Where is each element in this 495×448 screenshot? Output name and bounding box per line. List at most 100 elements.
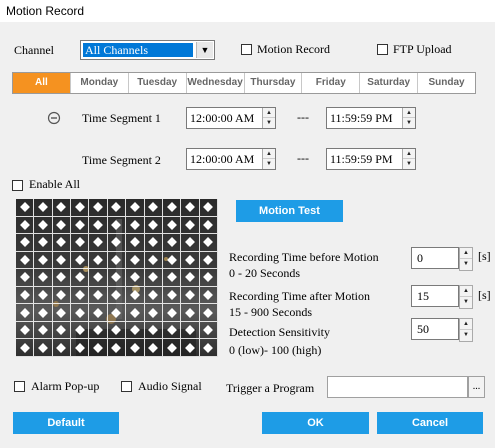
motion-grid-cell[interactable] (144, 339, 163, 357)
motion-grid-cell[interactable] (162, 234, 182, 252)
motion-grid-cell[interactable] (199, 286, 218, 305)
motion-grid-cell[interactable] (181, 269, 200, 287)
motion-grid-cell[interactable] (199, 304, 218, 322)
motion-grid-cell[interactable] (107, 234, 127, 252)
motion-grid-cell[interactable] (16, 339, 35, 357)
motion-record-checkbox[interactable] (241, 44, 252, 55)
motion-grid-cell[interactable] (34, 304, 53, 322)
ftp-upload-checkbox[interactable] (377, 44, 388, 55)
motion-grid-cell[interactable] (34, 286, 53, 305)
motion-grid-cell[interactable] (126, 216, 145, 235)
motion-grid-cell[interactable] (34, 269, 53, 287)
motion-grid-cell[interactable] (126, 304, 145, 322)
browse-button[interactable]: ... (468, 376, 485, 398)
motion-grid-cell[interactable] (144, 321, 163, 340)
segment-2-start-spinner[interactable]: ▲ ▼ (262, 149, 275, 169)
motion-grid-cell[interactable] (126, 339, 145, 357)
motion-grid-cell[interactable] (71, 216, 90, 235)
motion-grid-cell[interactable] (126, 199, 145, 217)
tab-tuesday[interactable]: Tuesday (129, 73, 187, 93)
chevron-down-icon[interactable]: ▼ (196, 42, 213, 58)
motion-grid-cell[interactable] (126, 286, 145, 305)
motion-grid-cell[interactable] (52, 216, 72, 235)
segment-1-end-spinner[interactable]: ▲ ▼ (402, 108, 415, 128)
segment-2-end-spinner[interactable]: ▲ ▼ (402, 149, 415, 169)
motion-grid-cell[interactable] (71, 304, 90, 322)
motion-grid-cell[interactable] (52, 304, 72, 322)
motion-grid-cell[interactable] (126, 321, 145, 340)
after-motion-spinner[interactable]: ▲ ▼ (459, 285, 473, 309)
motion-grid-cell[interactable] (144, 199, 163, 217)
tab-wednesday[interactable]: Wednesday (187, 73, 245, 93)
motion-grid-cell[interactable] (52, 234, 72, 252)
motion-grid-cell[interactable] (52, 286, 72, 305)
motion-grid-cell[interactable] (89, 321, 108, 340)
motion-grid-cell[interactable] (199, 339, 218, 357)
motion-grid-cell[interactable] (89, 199, 108, 217)
enable-all-checkbox[interactable] (12, 180, 23, 191)
motion-grid-cell[interactable] (71, 251, 90, 270)
tab-all[interactable]: All (13, 73, 71, 93)
motion-grid-cell[interactable] (144, 304, 163, 322)
sensitivity-input[interactable]: 50 (411, 318, 459, 340)
channel-select[interactable]: All Channels ▼ (80, 40, 215, 60)
motion-grid-cell[interactable] (71, 234, 90, 252)
motion-grid-cell[interactable] (162, 216, 182, 235)
motion-grid-cell[interactable] (52, 321, 72, 340)
motion-grid-cell[interactable] (107, 199, 127, 217)
minus-circle-icon[interactable] (47, 111, 61, 125)
motion-grid-cell[interactable] (144, 286, 163, 305)
motion-grid-cell[interactable] (181, 339, 200, 357)
segment-1-end-time[interactable]: 11:59:59 PM ▲ ▼ (326, 107, 416, 129)
motion-grid-cell[interactable] (89, 286, 108, 305)
motion-grid-cell[interactable] (52, 339, 72, 357)
motion-grid-cell[interactable] (34, 216, 53, 235)
ok-button[interactable]: OK (262, 412, 369, 434)
motion-grid-cell[interactable] (34, 251, 53, 270)
segment-1-start-spinner[interactable]: ▲ ▼ (262, 108, 275, 128)
motion-grid-cell[interactable] (52, 269, 72, 287)
motion-grid-cell[interactable] (199, 234, 218, 252)
motion-grid-cell[interactable] (52, 199, 72, 217)
motion-grid-cell[interactable] (16, 234, 35, 252)
motion-grid-cell[interactable] (16, 251, 35, 270)
motion-grid-cell[interactable] (162, 321, 182, 340)
tab-friday[interactable]: Friday (302, 73, 361, 93)
motion-grid-cell[interactable] (199, 216, 218, 235)
motion-grid-cell[interactable] (126, 234, 145, 252)
sensitivity-spinner[interactable]: ▲ ▼ (459, 318, 473, 342)
motion-grid-cell[interactable] (181, 234, 200, 252)
motion-grid-cell[interactable] (71, 339, 90, 357)
motion-grid-cell[interactable] (16, 269, 35, 287)
motion-grid-cell[interactable] (144, 216, 163, 235)
motion-grid-cell[interactable] (89, 269, 108, 287)
motion-grid-cell[interactable] (181, 216, 200, 235)
motion-grid-cell[interactable] (144, 234, 163, 252)
motion-grid-cell[interactable] (199, 321, 218, 340)
motion-grid-cell[interactable] (71, 321, 90, 340)
motion-grid-cell[interactable] (199, 199, 218, 217)
motion-grid-cell[interactable] (71, 269, 90, 287)
tab-saturday[interactable]: Saturday (360, 73, 419, 93)
motion-grid-cell[interactable] (199, 269, 218, 287)
motion-grid-cell[interactable] (181, 304, 200, 322)
tab-monday[interactable]: Monday (71, 73, 129, 93)
motion-grid-cell[interactable] (107, 269, 127, 287)
motion-test-button[interactable]: Motion Test (236, 200, 343, 222)
motion-grid-cell[interactable] (162, 339, 182, 357)
motion-grid-cell[interactable] (162, 251, 182, 270)
motion-grid-cell[interactable] (16, 199, 35, 217)
motion-grid-cell[interactable] (71, 199, 90, 217)
motion-grid-cell[interactable] (34, 234, 53, 252)
motion-grid-cell[interactable] (144, 269, 163, 287)
before-motion-spinner[interactable]: ▲ ▼ (459, 247, 473, 271)
alarm-popup-checkbox[interactable] (14, 381, 25, 392)
motion-grid-cell[interactable] (34, 321, 53, 340)
motion-grid-cell[interactable] (162, 286, 182, 305)
motion-grid-cell[interactable] (162, 199, 182, 217)
motion-detection-grid[interactable] (16, 199, 218, 357)
motion-grid-cell[interactable] (89, 251, 108, 270)
motion-grid-cell[interactable] (107, 216, 127, 235)
motion-grid-cell[interactable] (126, 251, 145, 270)
before-motion-input[interactable]: 0 (411, 247, 459, 269)
